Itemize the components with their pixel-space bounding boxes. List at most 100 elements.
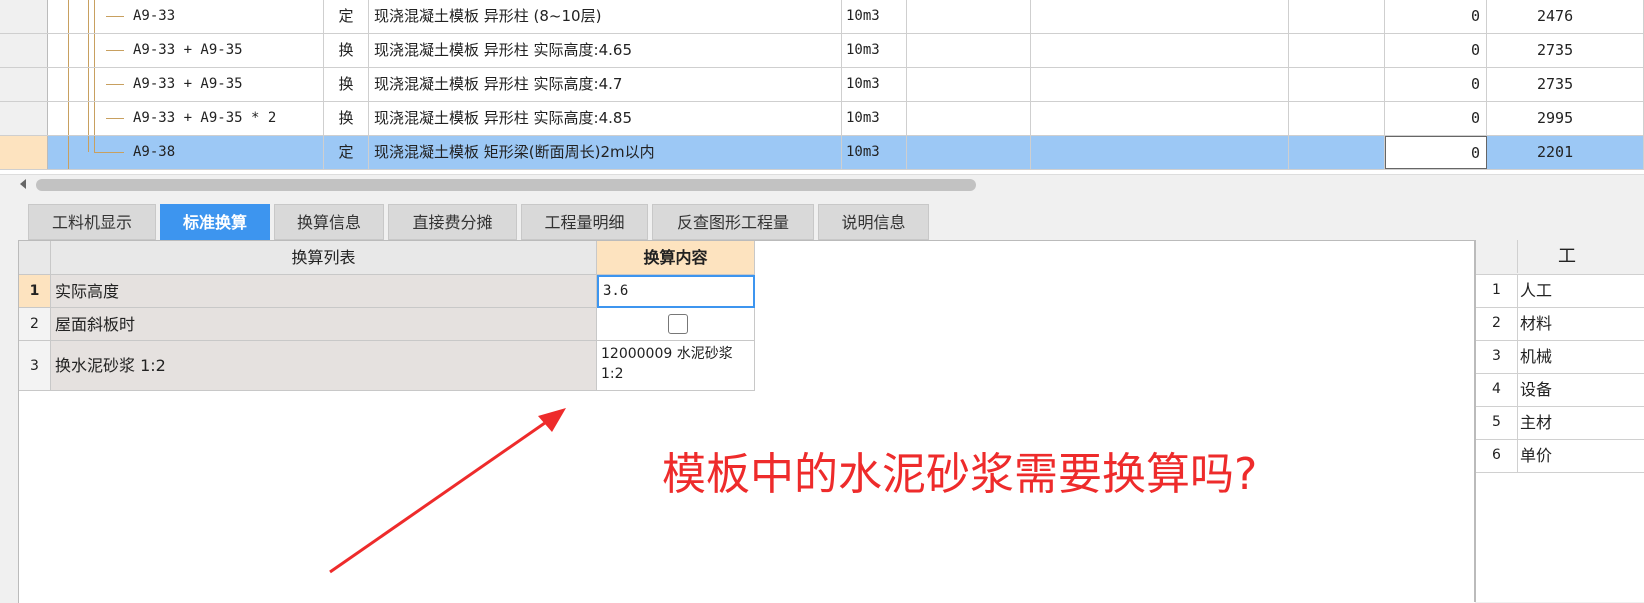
table-row[interactable]: 4 设备 <box>1476 373 1644 407</box>
quota-code: A9-33 + A9-35 <box>133 76 243 92</box>
empty-cell[interactable] <box>1289 0 1385 33</box>
row-header[interactable] <box>0 34 48 67</box>
row-label: 设备 <box>1520 380 1553 399</box>
empty-cell[interactable] <box>1289 34 1385 67</box>
tree-line <box>68 34 69 67</box>
type-cell[interactable]: 换 <box>324 102 369 135</box>
price-cell[interactable]: 2201 <box>1487 136 1644 169</box>
unit-cell[interactable]: 10m3 <box>842 102 907 135</box>
name-cell[interactable]: 现浇混凝土模板 矩形梁(断面周长)2m以内 <box>369 136 842 169</box>
row-number: 4 <box>1476 373 1518 406</box>
column-header: 工 <box>1558 246 1576 267</box>
row-header[interactable] <box>0 68 48 101</box>
table-row[interactable]: A9-33 + A9-35 * 2 换 现浇混凝土模板 异形柱 实际高度:4.8… <box>0 102 1644 136</box>
roof-slope-checkbox-cell[interactable] <box>597 308 755 341</box>
table-row[interactable]: 6 单价 <box>1476 439 1644 473</box>
tab-conversion-info[interactable]: 换算信息 <box>274 204 384 240</box>
empty-cell[interactable] <box>907 34 1031 67</box>
tree-line <box>106 118 124 119</box>
price-cell[interactable]: 2995 <box>1487 102 1644 135</box>
empty-cell[interactable] <box>1031 102 1289 135</box>
annotation-text: 模板中的水泥砂浆需要换算吗? <box>662 449 1258 500</box>
tab-labor-material-machine[interactable]: 工料机显示 <box>28 204 156 240</box>
name-cell[interactable]: 现浇混凝土模板 异形柱 实际高度:4.65 <box>369 34 842 67</box>
quota-code: A9-33 + A9-35 <box>133 42 243 58</box>
row-header[interactable] <box>0 136 48 169</box>
name-cell[interactable]: 现浇混凝土模板 异形柱 实际高度:4.85 <box>369 102 842 135</box>
tree-line <box>94 0 95 33</box>
price-cell[interactable]: 2476 <box>1487 0 1644 33</box>
table-row[interactable]: 2 材料 <box>1476 307 1644 341</box>
tree-cell[interactable]: A9-33 + A9-35 <box>48 34 324 67</box>
tree-line <box>68 136 69 169</box>
scroll-left-icon[interactable] <box>20 179 26 189</box>
table-row[interactable]: 5 主材 <box>1476 406 1644 440</box>
quantity-cell[interactable]: 0 <box>1385 68 1487 101</box>
unit-cell[interactable]: 10m3 <box>842 136 907 169</box>
corner-cell <box>1476 240 1518 273</box>
row-number: 6 <box>1476 439 1518 472</box>
tree-line <box>106 16 124 17</box>
empty-cell[interactable] <box>907 0 1031 33</box>
name-cell[interactable]: 现浇混凝土模板 异形柱 实际高度:4.7 <box>369 68 842 101</box>
empty-cell[interactable] <box>907 136 1031 169</box>
checkbox[interactable] <box>667 314 688 334</box>
quantity-cell[interactable]: 0 <box>1385 0 1487 33</box>
unit-cell[interactable]: 10m3 <box>842 0 907 33</box>
tab-quantity-detail[interactable]: 工程量明细 <box>521 204 648 240</box>
row-header[interactable] <box>0 102 48 135</box>
empty-cell[interactable] <box>1031 0 1289 33</box>
row-number: 2 <box>1476 307 1518 340</box>
tree-line <box>94 152 124 153</box>
tree-line <box>88 102 89 135</box>
tab-standard-conversion[interactable]: 标准换算 <box>160 204 270 240</box>
tree-cell[interactable]: A9-33 <box>48 0 324 33</box>
unit-cell[interactable]: 10m3 <box>842 68 907 101</box>
empty-cell[interactable] <box>1031 136 1289 169</box>
quantity-cell[interactable]: 0 <box>1385 34 1487 67</box>
tree-cell[interactable]: A9-38 <box>48 136 324 169</box>
quota-grid: A9-33 定 现浇混凝土模板 异形柱 (8~10层) 10m3 0 2476 … <box>0 0 1644 174</box>
table-row[interactable]: A9-33 定 现浇混凝土模板 异形柱 (8~10层) 10m3 0 2476 <box>0 0 1644 34</box>
tree-cell[interactable]: A9-33 + A9-35 <box>48 68 324 101</box>
tree-line <box>68 68 69 101</box>
quantity-input[interactable]: 0 <box>1385 136 1487 169</box>
price-cell[interactable]: 2735 <box>1487 68 1644 101</box>
type-cell[interactable]: 换 <box>324 68 369 101</box>
table-row-selected[interactable]: A9-38 定 现浇混凝土模板 矩形梁(断面周长)2m以内 10m3 0 220… <box>0 136 1644 170</box>
empty-cell[interactable] <box>1289 68 1385 101</box>
empty-cell[interactable] <box>1289 102 1385 135</box>
type-cell[interactable]: 换 <box>324 34 369 67</box>
table-row[interactable]: 3 机械 <box>1476 340 1644 374</box>
actual-height-input[interactable]: 3.6 <box>597 275 755 308</box>
unit-cell[interactable]: 10m3 <box>842 34 907 67</box>
cement-mortar-select[interactable]: 12000009 水泥砂浆 1:2 <box>597 341 755 391</box>
name-cell[interactable]: 现浇混凝土模板 异形柱 (8~10层) <box>369 0 842 33</box>
scrollbar-thumb[interactable] <box>36 179 976 191</box>
tab-direct-cost-allocation[interactable]: 直接费分摊 <box>388 204 517 240</box>
table-row[interactable]: A9-33 + A9-35 换 现浇混凝土模板 异形柱 实际高度:4.65 10… <box>0 34 1644 68</box>
price-cell[interactable]: 2735 <box>1487 34 1644 67</box>
row-label: 机械 <box>1520 347 1553 366</box>
type-cell[interactable]: 定 <box>324 0 369 33</box>
empty-cell[interactable] <box>907 102 1031 135</box>
empty-cell[interactable] <box>907 68 1031 101</box>
table-row[interactable]: A9-33 + A9-35 换 现浇混凝土模板 异形柱 实际高度:4.7 10m… <box>0 68 1644 102</box>
table-row[interactable]: 1 人工 <box>1476 274 1644 308</box>
quota-code: A9-33 + A9-35 * 2 <box>133 110 277 126</box>
row-header[interactable] <box>0 0 48 33</box>
quantity-cell[interactable]: 0 <box>1385 102 1487 135</box>
empty-cell[interactable] <box>1289 136 1385 169</box>
tab-reverse-graphic-quantity[interactable]: 反查图形工程量 <box>652 204 814 240</box>
tree-line <box>106 84 124 85</box>
horizontal-scrollbar[interactable] <box>0 174 1644 195</box>
row-number: 1 <box>19 275 51 308</box>
empty-cell[interactable] <box>1031 34 1289 67</box>
empty-cell[interactable] <box>1031 68 1289 101</box>
quota-code: A9-33 <box>133 8 176 24</box>
tab-description[interactable]: 说明信息 <box>818 204 929 240</box>
row-label: 单价 <box>1520 446 1553 465</box>
type-cell[interactable]: 定 <box>324 136 369 169</box>
tree-cell[interactable]: A9-33 + A9-35 * 2 <box>48 102 324 135</box>
conversion-item-name: 屋面斜板时 <box>51 308 597 341</box>
